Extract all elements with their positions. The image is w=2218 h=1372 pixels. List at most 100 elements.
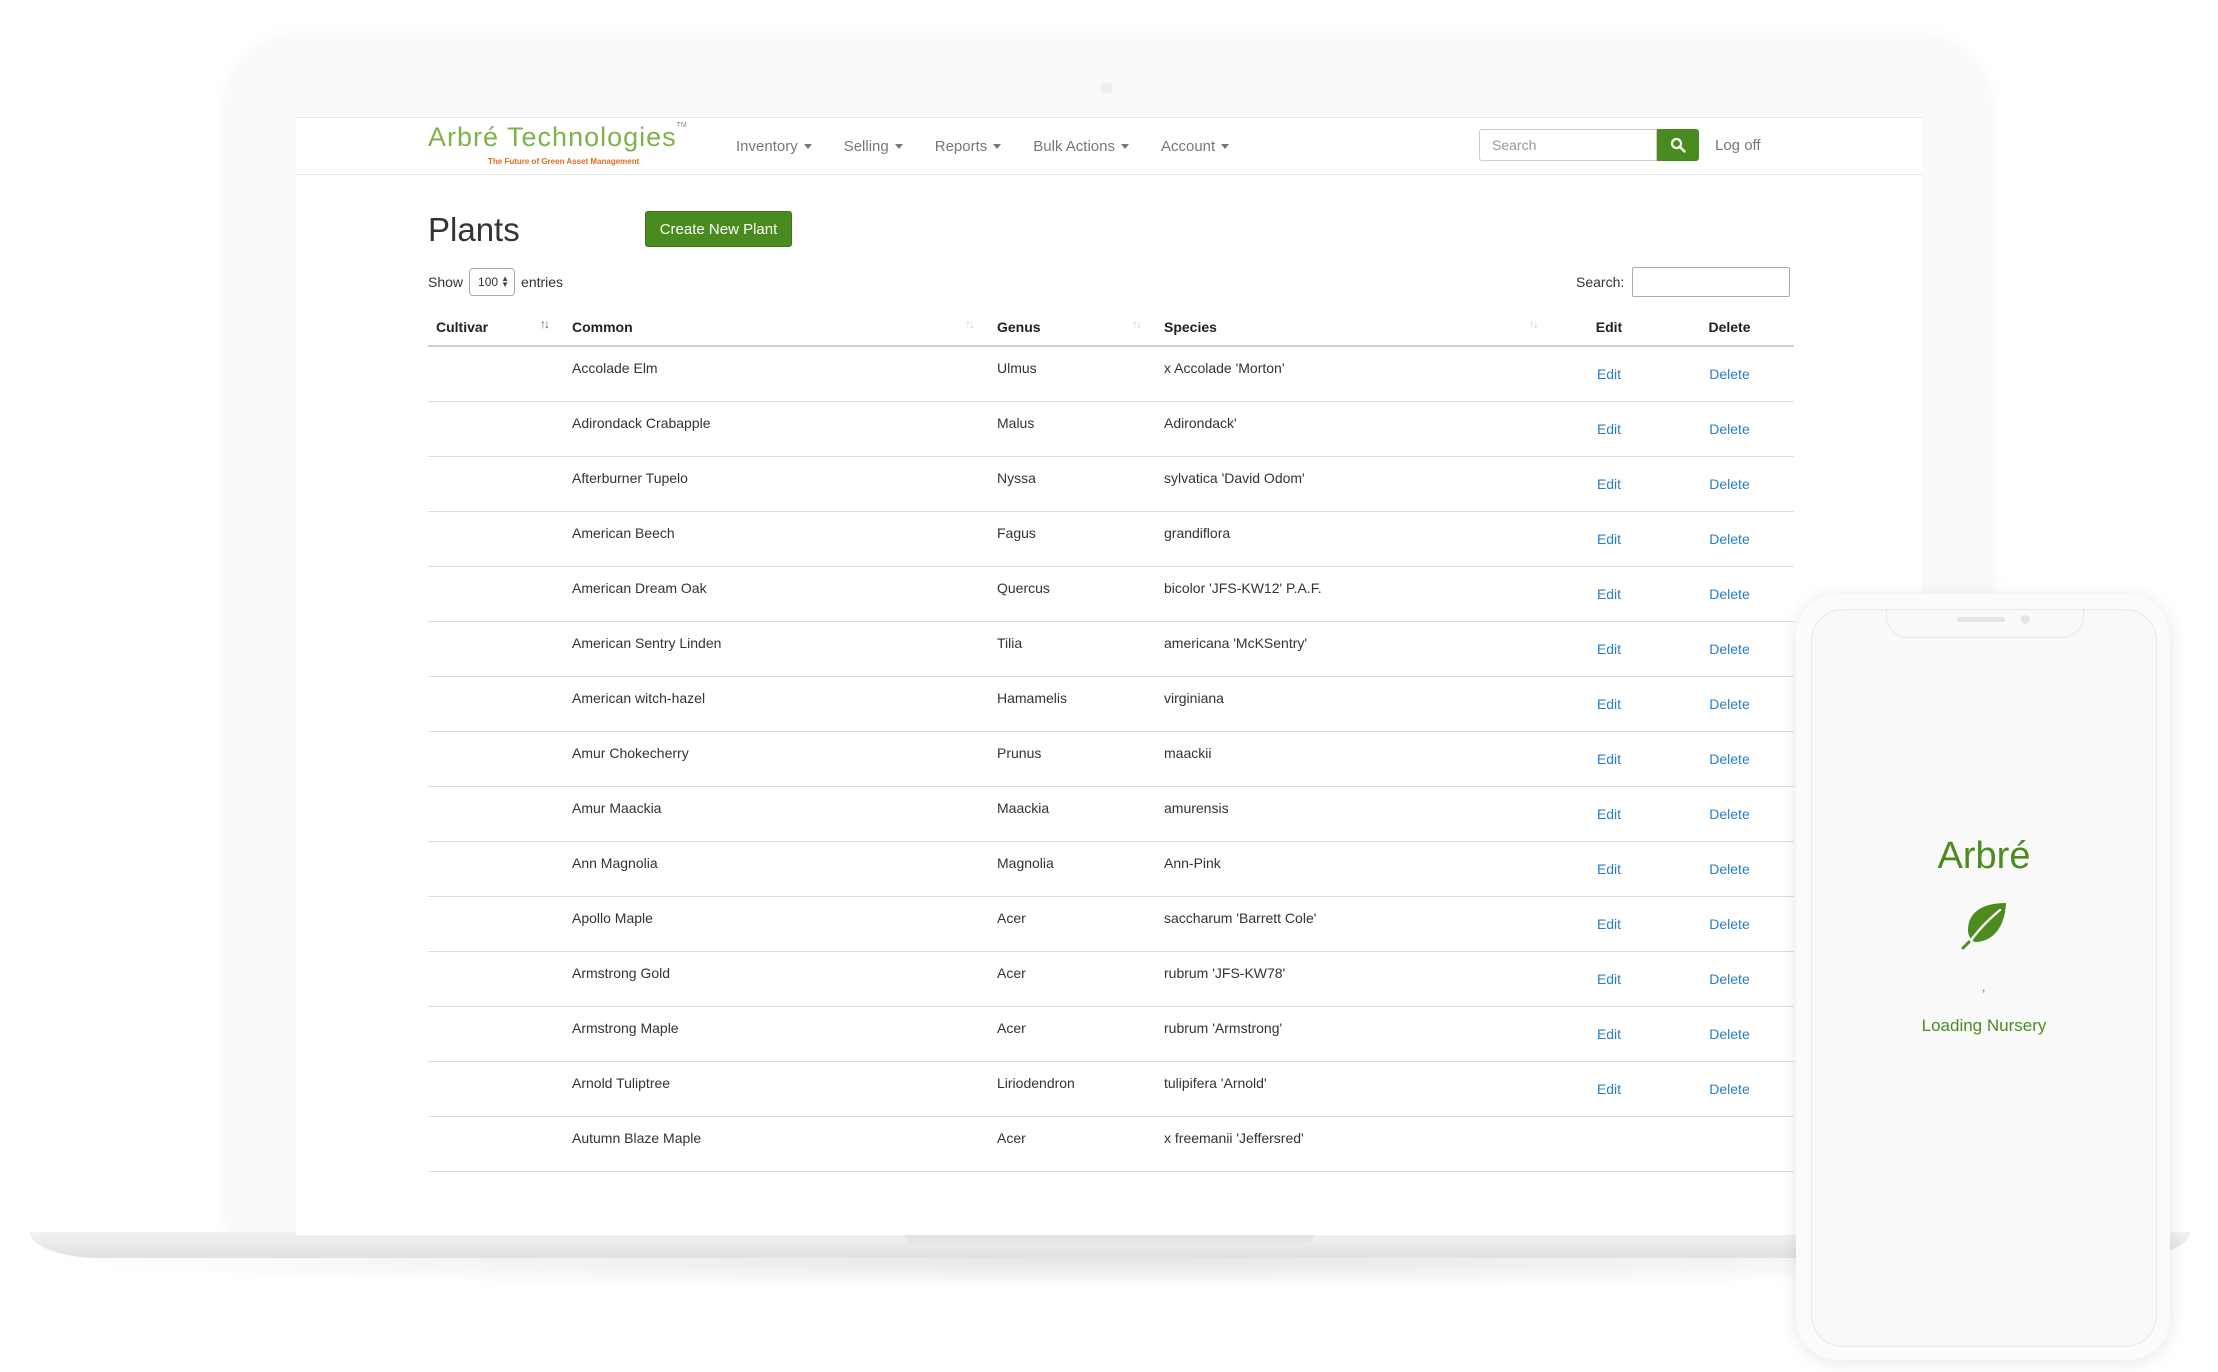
loading-spinner: , [1982,980,1986,994]
column-header-genus[interactable]: Genus ↑↓ [989,309,1156,347]
cell-cultivar [428,676,564,732]
cell-cultivar [428,951,564,1007]
cell-species: saccharum 'Barrett Cole' [1156,896,1553,952]
page-title: Plants [428,211,520,248]
nav-search-button[interactable] [1657,129,1699,161]
nav-item-label: Bulk Actions [1033,137,1115,155]
cell-genus: Prunus [989,731,1156,787]
nav-search-input[interactable] [1479,129,1657,161]
delete-link[interactable]: Delete [1665,346,1794,402]
delete-link[interactable]: Delete [1665,566,1794,622]
cell-genus: Acer [989,1116,1156,1172]
delete-link[interactable]: Delete [1665,731,1794,787]
delete-link[interactable]: Delete [1665,621,1794,677]
column-header-delete: Delete [1665,309,1794,347]
entries-length-control: Show 100 ▲ ▼ entries [428,268,563,296]
brand-logo[interactable]: Arbré TechnologiesTM The Future of Green… [428,122,687,166]
cell-genus: Fagus [989,511,1156,567]
table-search-input[interactable] [1632,267,1791,297]
phone-mockup: Arbré , Loading Nursery [1796,594,2170,1360]
edit-link[interactable]: Edit [1553,1006,1665,1062]
cell-common: Adirondack Crabapple [564,401,989,457]
edit-link[interactable]: Edit [1553,346,1665,402]
nav-item-bulk-actions[interactable]: Bulk Actions [1033,138,1129,155]
delete-link[interactable]: Delete [1665,1061,1794,1117]
table-row: Arnold Tuliptree Liriodendron tulipifera '… [428,1061,1794,1117]
caret-down-icon [1120,144,1129,150]
nav-item-inventory[interactable]: Inventory [736,138,812,155]
cell-common: American Dream Oak [564,566,989,622]
column-header-species[interactable]: Species ↑↓ [1156,309,1553,347]
edit-link[interactable]: Edit [1553,511,1665,567]
cell-genus: Magnolia [989,841,1156,897]
table-row: Amur Chokecherry Prunus maackii Edit Delete [428,731,1794,787]
laptop-camera [1101,82,1113,94]
caret-down-icon [1221,144,1230,150]
cell-genus: Liriodendron [989,1061,1156,1117]
delete-link[interactable]: Delete [1665,896,1794,952]
delete-link[interactable]: Delete [1665,676,1794,732]
table-row: Afterburner Tupelo Nyssa sylvatica 'David … [428,456,1794,512]
edit-link[interactable]: Edit [1553,676,1665,732]
edit-link[interactable]: Edit [1553,896,1665,952]
cell-cultivar [428,1061,564,1117]
search-icon [1670,137,1686,153]
table-row: Autumn Blaze Maple Acer x freemanii 'Jeffe… [428,1116,1794,1172]
column-header-common[interactable]: Common ↑↓ [564,309,989,347]
table-row: Ann Magnolia Magnolia Ann-Pink Edit Delete [428,841,1794,897]
delete-link[interactable]: Delete [1665,456,1794,512]
cell-genus: Acer [989,1006,1156,1062]
brand-tagline: The Future of Green Asset Management [488,157,640,166]
edit-link[interactable]: Edit [1553,621,1665,677]
cell-common: American witch-hazel [564,676,989,732]
table-row: American witch-hazel Hamamelis virginiana E… [428,676,1794,732]
cell-genus: Quercus [989,566,1156,622]
nav-item-label: Selling [843,137,889,155]
header-label: Genus [997,319,1041,335]
cell-common: American Beech [564,511,989,567]
sort-icon: ↑↓ [1132,317,1142,331]
delete-link[interactable]: Delete [1665,951,1794,1007]
edit-link[interactable]: Edit [1553,566,1665,622]
delete-link[interactable]: Delete [1665,401,1794,457]
column-header-cultivar[interactable]: Cultivar ↑↓ [428,309,564,347]
entries-select[interactable]: 100 ▲ ▼ [469,268,516,296]
plants-table-container: Cultivar ↑↓ Common ↑↓ Genus ↑↓ Species ↑↓ Ed… [428,309,1794,1172]
nav-item-account[interactable]: Account [1161,138,1230,155]
nav-item-reports[interactable]: Reports [935,138,1002,155]
table-filter: Search: [1576,267,1791,297]
cell-species: Adirondack' [1156,401,1553,457]
edit-link[interactable]: Edit [1553,401,1665,457]
logoff-link[interactable]: Log off [1715,137,1761,154]
edit-link[interactable]: Edit [1553,951,1665,1007]
delete-link[interactable]: Delete [1665,841,1794,897]
select-arrows-icon: ▲ ▼ [501,274,510,289]
edit-link[interactable] [1553,1116,1665,1172]
delete-link[interactable]: Delete [1665,786,1794,842]
cell-common: Apollo Maple [564,896,989,952]
cell-cultivar [428,896,564,952]
edit-link[interactable]: Edit [1553,1061,1665,1117]
caret-down-icon [894,144,903,150]
create-new-plant-button[interactable]: Create New Plant [645,211,792,247]
caret-down-icon [993,144,1002,150]
sort-icon: ↑↓ [540,317,550,331]
edit-link[interactable]: Edit [1553,841,1665,897]
table-body: Accolade Elm Ulmus x Accolade 'Morton' Edit… [428,346,1794,1172]
edit-link[interactable]: Edit [1553,731,1665,787]
nav-menu: Inventory Selling Reports Bulk Actions A… [736,118,1261,174]
nav-item-selling[interactable]: Selling [844,138,903,155]
delete-link[interactable]: Delete [1665,511,1794,567]
cell-common: Amur Chokecherry [564,731,989,787]
table-row: Apollo Maple Acer saccharum 'Barrett Cole'… [428,896,1794,952]
cell-species: bicolor 'JFS-KW12' P.A.F. [1156,566,1553,622]
delete-link[interactable]: Delete [1665,1006,1794,1062]
table-row: American Sentry Linden Tilia americana 'Mc… [428,621,1794,677]
cell-species: sylvatica 'David Odom' [1156,456,1553,512]
cell-species: amurensis [1156,786,1553,842]
cell-common: Autumn Blaze Maple [564,1116,989,1172]
cell-cultivar [428,841,564,897]
delete-link[interactable] [1665,1116,1794,1172]
edit-link[interactable]: Edit [1553,456,1665,512]
edit-link[interactable]: Edit [1553,786,1665,842]
